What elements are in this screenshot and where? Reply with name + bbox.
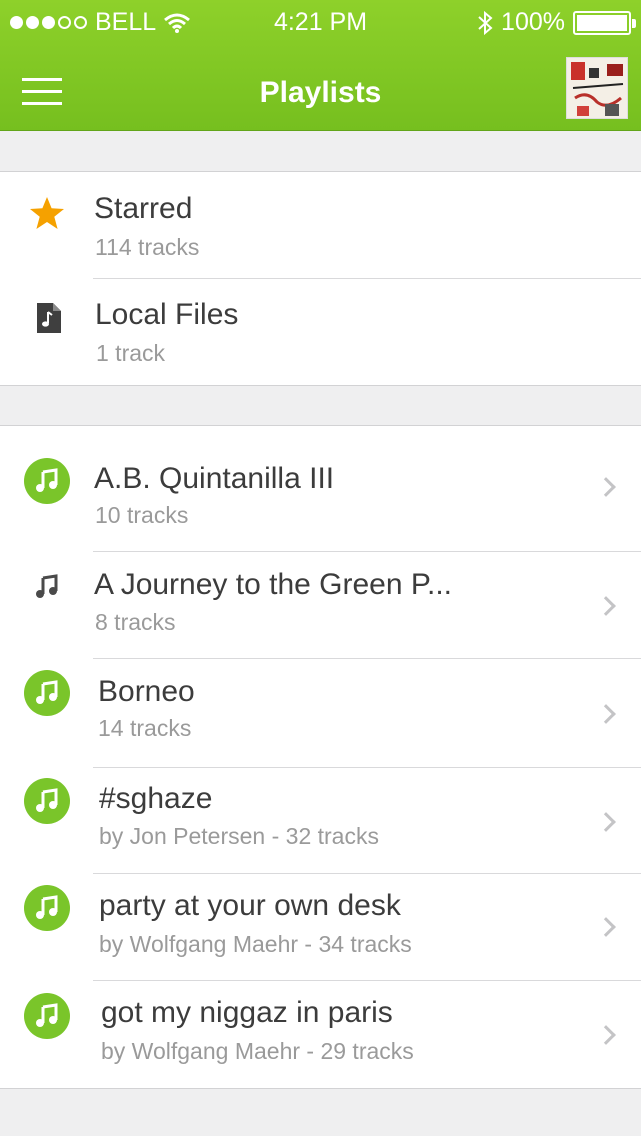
music-note-circle-icon [24, 993, 70, 1039]
page-title: Playlists [259, 76, 382, 109]
playlist-count: 1 track [96, 340, 166, 366]
playlist-title: Starred [94, 192, 193, 225]
navigation-bar: BELL 4:21 PM 100% Playlists [0, 0, 641, 131]
chevron-right-icon [596, 477, 616, 497]
playlist-title: got my niggaz in paris [101, 996, 393, 1029]
playlist-detail: by Jon Petersen - 32 tracks [99, 823, 379, 849]
bluetooth-icon [478, 10, 493, 35]
playlist-row[interactable]: party at your own desk by Wolfgang Maehr… [0, 874, 641, 981]
playlist-count: 114 tracks [95, 234, 200, 260]
status-bar: BELL 4:21 PM 100% [0, 0, 641, 40]
playlist-row[interactable]: Borneo 14 tracks [0, 659, 641, 768]
playlist-row[interactable]: A Journey to the Green P... 8 tracks [0, 552, 641, 659]
star-icon [30, 197, 64, 229]
music-note-circle-icon [24, 670, 70, 716]
playlists-section: A.B. Quintanilla III 10 tracks A Journey… [0, 425, 641, 1089]
battery-percent: 100% [501, 8, 565, 36]
music-note-circle-icon [24, 885, 70, 931]
playlist-title: A.B. Quintanilla III [94, 462, 335, 495]
chevron-right-icon [596, 1025, 616, 1045]
battery-icon [573, 10, 636, 35]
playlist-title: A Journey to the Green P... [94, 568, 453, 601]
music-file-icon [37, 303, 61, 333]
playlist-detail: by Wolfgang Maehr - 34 tracks [99, 931, 412, 957]
playlist-row[interactable]: A.B. Quintanilla III 10 tracks [0, 426, 641, 552]
playlist-detail: 10 tracks [95, 502, 189, 528]
special-playlists-section: Starred 114 tracks Local Files 1 track [0, 171, 641, 386]
playlist-title: Local Files [95, 298, 239, 331]
playlist-title: #sghaze [99, 782, 213, 815]
playlist-title: party at your own desk [99, 889, 401, 922]
playlist-row-local-files[interactable]: Local Files 1 track [0, 279, 641, 386]
chevron-right-icon [596, 596, 616, 616]
playlist-detail: 14 tracks [98, 715, 192, 741]
chevron-right-icon [596, 917, 616, 937]
playlist-row[interactable]: #sghaze by Jon Petersen - 32 tracks [0, 768, 641, 874]
playlist-detail: by Wolfgang Maehr - 29 tracks [101, 1038, 414, 1064]
chevron-right-icon [596, 812, 616, 832]
playlist-row[interactable]: got my niggaz in paris by Wolfgang Maehr… [0, 981, 641, 1089]
avatar[interactable] [566, 57, 628, 119]
music-note-circle-icon [24, 778, 70, 824]
playlist-title: Borneo [98, 675, 195, 708]
status-right: 100% [477, 8, 636, 37]
playlist-detail: 8 tracks [95, 609, 176, 635]
chevron-right-icon [596, 704, 616, 724]
music-note-circle-icon [24, 458, 70, 504]
playlist-row-starred[interactable]: Starred 114 tracks [0, 172, 641, 279]
music-note-icon [36, 574, 58, 598]
